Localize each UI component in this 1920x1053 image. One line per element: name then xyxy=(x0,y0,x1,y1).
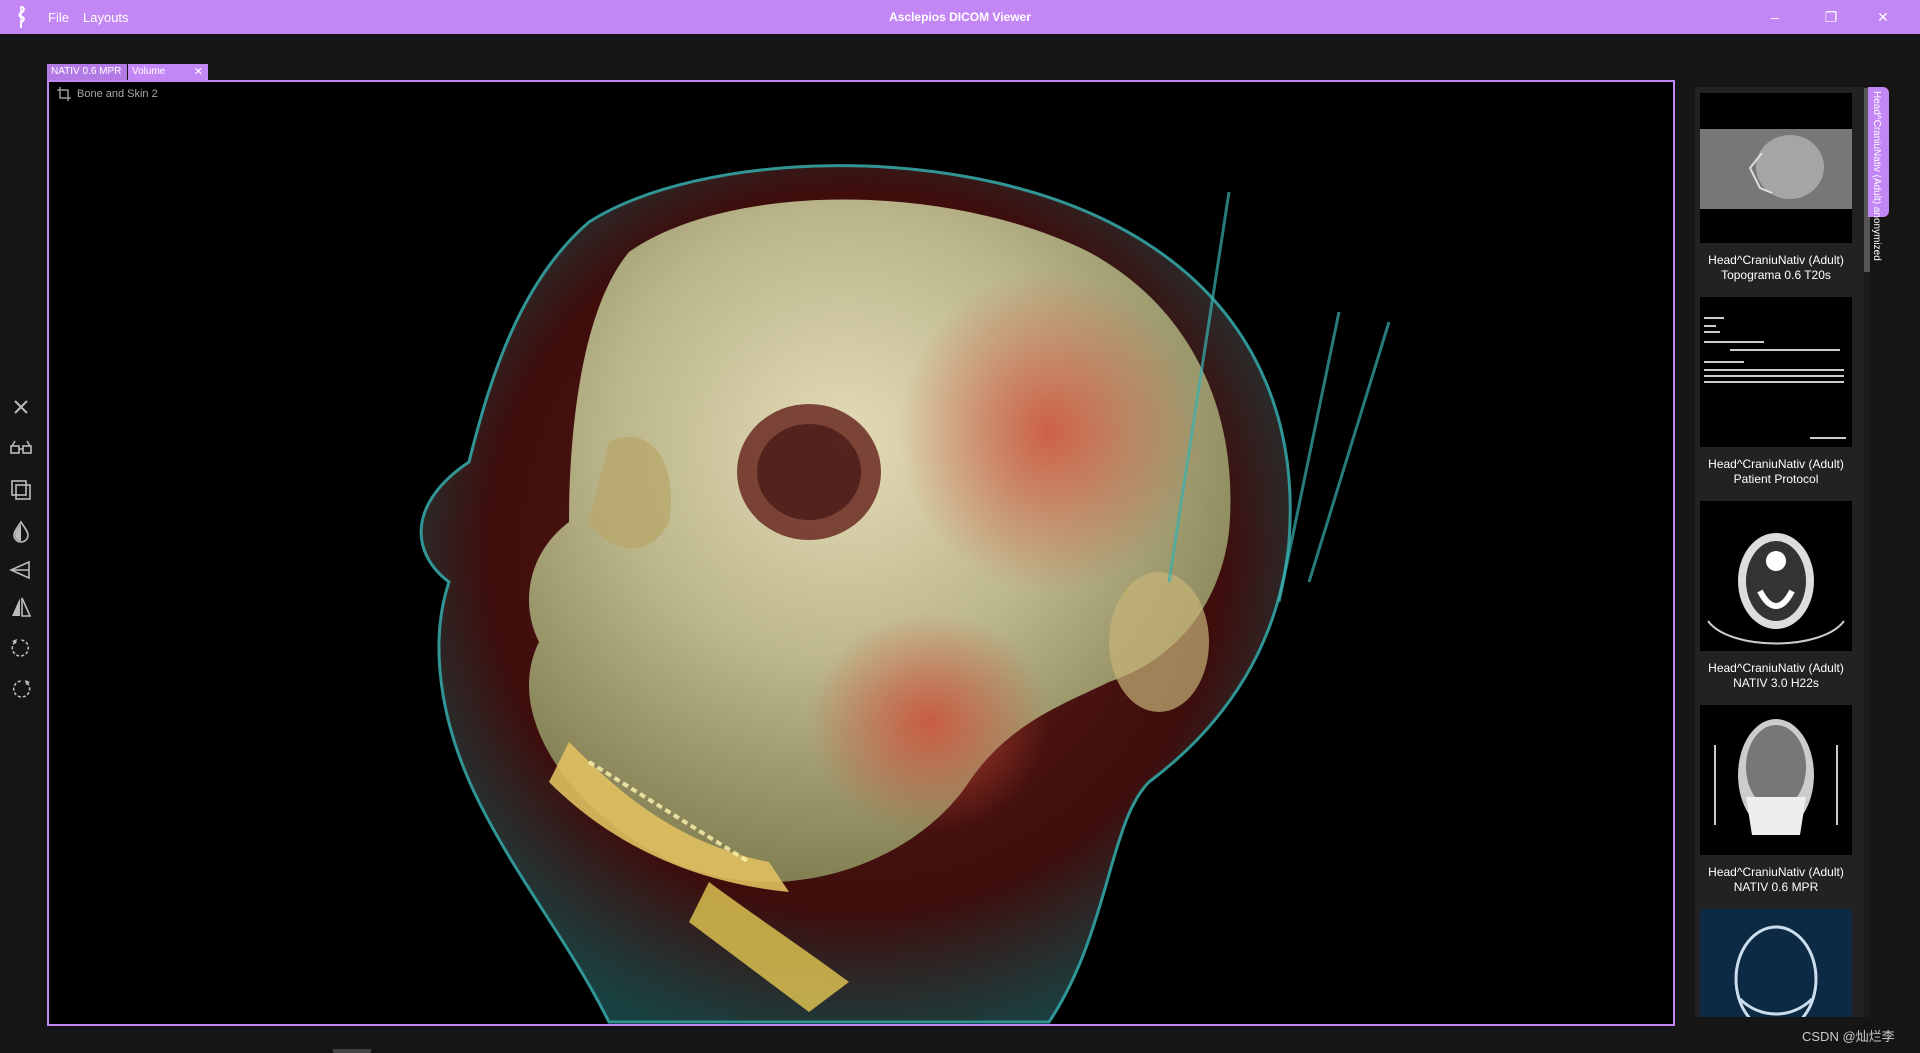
series-label: Head^CraniuNativ (Adult) Topograma 0.6 T2… xyxy=(1708,253,1844,282)
tab-close-icon[interactable]: ✕ xyxy=(194,64,203,80)
series-thumbnail[interactable] xyxy=(1700,909,1852,1017)
maximize-button[interactable]: ❐ xyxy=(1808,0,1854,34)
window-title: Asclepios DICOM Viewer xyxy=(889,10,1031,24)
series-label: Head^CraniuNativ (Adult) NATIV 3.0 H22s xyxy=(1708,661,1844,690)
series-thumbnail[interactable] xyxy=(1700,297,1852,447)
minimize-button[interactable]: – xyxy=(1752,0,1798,34)
series-panel: Head^CraniuNativ (Adult) Topograma 0.6 T2… xyxy=(1695,87,1867,1017)
close-window-button[interactable]: ✕ xyxy=(1860,0,1906,34)
series-thumbnail[interactable] xyxy=(1700,501,1852,651)
series-thumbnail[interactable] xyxy=(1700,93,1852,243)
axial-ct-thumbnail xyxy=(1707,533,1845,645)
volume-viewport[interactable]: Bone and Skin 2 xyxy=(47,80,1675,1026)
protocol-thumbnail xyxy=(1704,317,1846,439)
rotate-left-icon[interactable] xyxy=(9,636,33,660)
patient-tab-label: Head^CraniuNativ (Adult) anonymized xyxy=(1871,91,1882,261)
tab-volume[interactable]: Volume ✕ xyxy=(128,64,208,80)
topogram-thumbnail xyxy=(1700,129,1852,209)
app-logo-icon xyxy=(18,6,25,28)
rotate-right-icon[interactable] xyxy=(9,677,33,701)
coronal-ct-thumbnail xyxy=(1714,719,1838,835)
tab-label: Volume xyxy=(132,66,166,77)
title-bar: File Layouts Asclepios DICOM Viewer – ❐ … xyxy=(0,0,1920,34)
bottom-scroll-indicator[interactable] xyxy=(333,1049,371,1053)
watermark: CSDN @灿烂李 xyxy=(1802,1029,1895,1044)
series-label: Head^CraniuNativ (Adult) Patient Protocol xyxy=(1708,457,1844,486)
close-icon[interactable] xyxy=(9,395,33,419)
menu-layouts[interactable]: Layouts xyxy=(83,10,129,25)
mirror-icon[interactable] xyxy=(9,595,33,619)
patient-tab[interactable]: Head^CraniuNativ (Adult) anonymized xyxy=(1868,87,1889,261)
tab-nativ-mpr[interactable]: NATIV 0.6 MPR xyxy=(47,64,127,80)
tab-label: NATIV 0.6 MPR xyxy=(51,66,122,77)
coronal-volume-thumbnail xyxy=(1734,925,1818,1017)
glasses-icon[interactable] xyxy=(9,436,33,460)
menu-file[interactable]: File xyxy=(48,10,69,25)
contrast-drop-icon[interactable] xyxy=(9,520,33,544)
series-thumbnail[interactable] xyxy=(1700,705,1852,855)
series-label: Head^CraniuNativ (Adult) NATIV 0.6 MPR xyxy=(1708,865,1844,894)
layers-icon[interactable] xyxy=(9,478,33,502)
skull-volume-render xyxy=(419,164,1391,1024)
flip-horizontal-icon[interactable] xyxy=(9,558,33,582)
